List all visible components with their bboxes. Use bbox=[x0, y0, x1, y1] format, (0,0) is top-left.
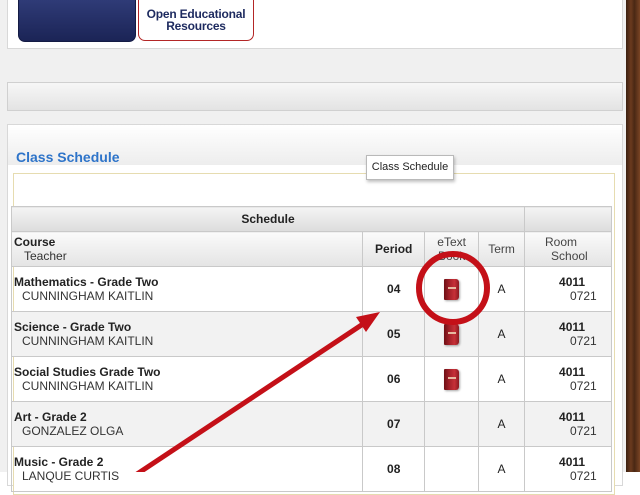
annotation-arrow bbox=[135, 312, 380, 472]
arrow-shaft bbox=[135, 319, 369, 472]
